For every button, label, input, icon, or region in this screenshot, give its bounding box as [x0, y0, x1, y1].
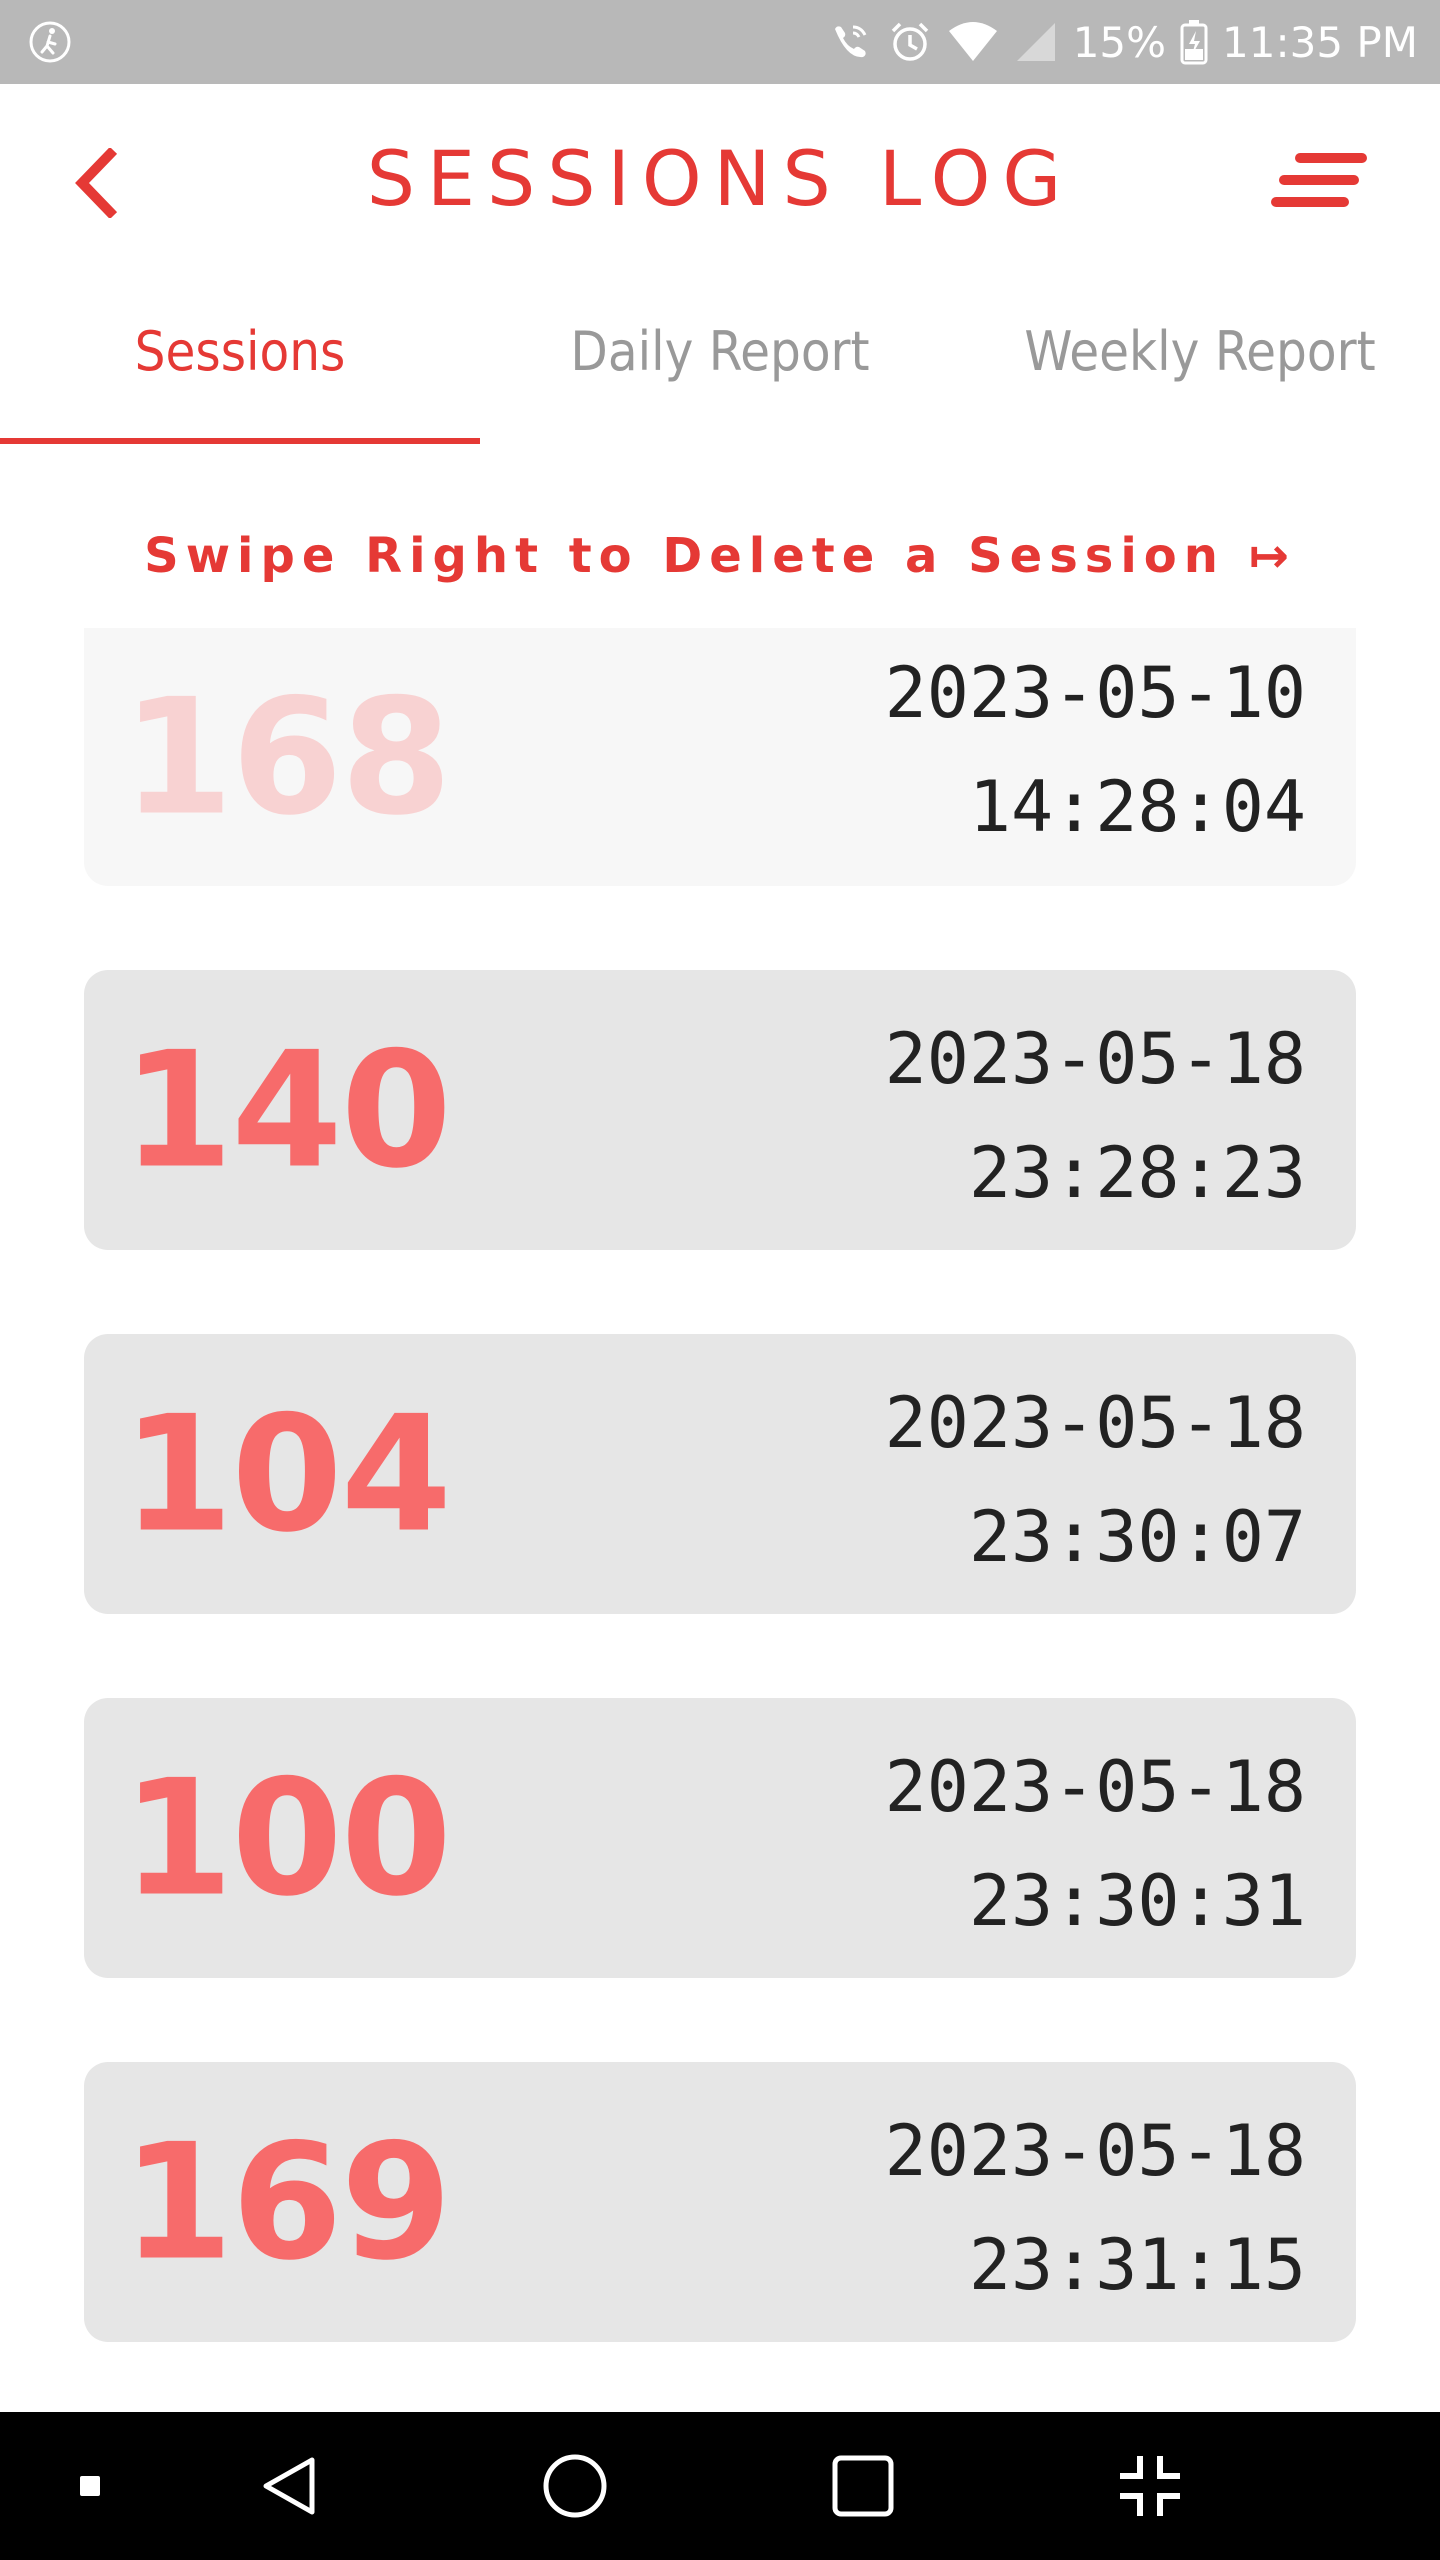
swipe-hint: Swipe Right to Delete a Session ↦ [144, 528, 1296, 584]
square-dot-icon [80, 2476, 100, 2496]
session-card[interactable]: 104 2023-05-18 23:30:07 [84, 1334, 1356, 1614]
tab-sessions[interactable]: Sessions [0, 320, 480, 383]
exit-fullscreen-icon [1120, 2456, 1180, 2516]
wifi-call-icon [834, 25, 867, 58]
wifi-icon [948, 22, 997, 61]
session-time: 23:30:31 [968, 1860, 1306, 1942]
session-date: 2023-05-10 [884, 652, 1306, 734]
nav-minimize-button[interactable] [1100, 2412, 1200, 2560]
battery-charging-icon [1180, 20, 1208, 65]
session-time: 14:28:04 [968, 766, 1306, 848]
accessibility-walk-icon [29, 21, 71, 63]
session-score: 104 [122, 1380, 452, 1568]
session-date: 2023-05-18 [884, 1382, 1306, 1464]
nav-dot-button[interactable] [50, 2412, 130, 2560]
menu-icon[interactable] [1270, 150, 1370, 214]
session-card[interactable]: 100 2023-05-18 23:30:31 [84, 1698, 1356, 1978]
active-tab-indicator [0, 438, 480, 444]
nav-recents-button[interactable] [813, 2412, 913, 2560]
session-date: 2023-05-18 [884, 1018, 1306, 1100]
status-indicators: 15% 11:35 PM [827, 0, 1418, 84]
session-date: 2023-05-18 [884, 2110, 1306, 2192]
tab-daily-report[interactable]: Daily Report [480, 320, 960, 383]
status-bar: 15% 11:35 PM [0, 0, 1440, 84]
session-score: 169 [122, 2108, 452, 2296]
session-score: 168 [122, 663, 452, 851]
recents-square-icon [832, 2455, 894, 2517]
session-card[interactable]: 168 2023-05-10 14:28:04 [84, 628, 1356, 886]
page-title: SESSIONS LOG [366, 134, 1074, 223]
session-time: 23:31:15 [968, 2224, 1306, 2306]
session-time: 23:30:07 [968, 1496, 1306, 1578]
clock: 11:35 PM [1222, 17, 1418, 67]
home-circle-icon [543, 2454, 607, 2518]
session-card[interactable]: 140 2023-05-18 23:28:23 [84, 970, 1356, 1250]
session-score: 100 [122, 1744, 452, 1932]
back-triangle-icon [263, 2457, 315, 2515]
session-card[interactable]: 169 2023-05-18 23:31:15 [84, 2062, 1356, 2342]
navigation-bar [0, 2412, 1440, 2560]
signal-icon [1016, 23, 1055, 61]
session-date: 2023-05-18 [884, 1746, 1306, 1828]
nav-home-button[interactable] [525, 2412, 625, 2560]
alarm-icon [891, 22, 928, 61]
tab-weekly-report[interactable]: Weekly Report [960, 320, 1440, 383]
session-score: 140 [122, 1016, 452, 1204]
session-time: 23:28:23 [968, 1132, 1306, 1214]
battery-percent: 15% [1072, 17, 1167, 67]
nav-back-button[interactable] [240, 2412, 340, 2560]
tab-bar: Sessions Daily Report Weekly Report [0, 290, 1440, 450]
